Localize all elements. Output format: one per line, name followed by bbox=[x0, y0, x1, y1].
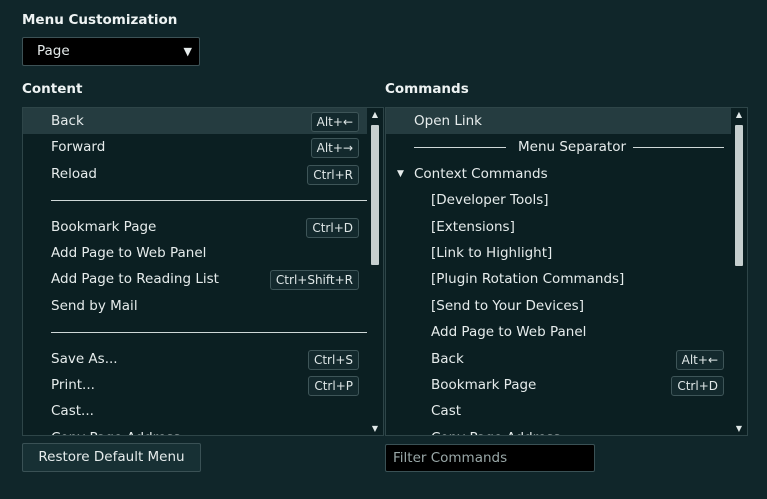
commands-list-panel: Open Link Menu Separator ▼ Context Commands… bbox=[385, 107, 748, 436]
list-item[interactable]: Cast... bbox=[23, 398, 367, 424]
list-item[interactable]: Reload Ctrl+R bbox=[23, 161, 367, 187]
shortcut-badge: Ctrl+D bbox=[306, 217, 359, 238]
list-item-label: Open Link bbox=[414, 113, 482, 129]
scroll-up-arrow-icon[interactable]: ▲ bbox=[367, 110, 383, 119]
list-item[interactable]: Add Page to Web Panel bbox=[386, 319, 731, 345]
content-scrollbar[interactable]: ▲ ▼ bbox=[367, 108, 383, 435]
expanded-triangle-icon[interactable]: ▼ bbox=[397, 161, 404, 187]
list-item[interactable]: Send by Mail bbox=[23, 293, 367, 319]
list-item[interactable]: Bookmark Page Ctrl+D bbox=[23, 214, 367, 240]
filter-commands-input[interactable] bbox=[385, 444, 595, 472]
list-item[interactable]: Back Alt+← bbox=[23, 108, 367, 135]
list-item-label: [Extensions] bbox=[431, 218, 515, 235]
separator-line bbox=[414, 147, 506, 149]
commands-list: Open Link Menu Separator ▼ Context Commands… bbox=[386, 108, 731, 435]
shortcut-badge: Ctrl+S bbox=[307, 349, 359, 370]
list-item-label: [Developer Tools] bbox=[431, 192, 549, 209]
menu-separator-label: Menu Separator bbox=[518, 139, 626, 156]
page-title: Menu Customization bbox=[22, 12, 178, 28]
content-list-panel: Back Alt+← Forward Alt+→ Reload Ctrl+R Bookmar… bbox=[22, 107, 384, 436]
list-item[interactable]: Add Page to Web Panel bbox=[23, 240, 367, 266]
content-heading: Content bbox=[22, 81, 83, 97]
list-item-label: Copy Page Address bbox=[51, 425, 180, 435]
commands-heading: Commands bbox=[385, 81, 469, 97]
list-item-label: Back bbox=[51, 113, 84, 129]
scroll-down-arrow-icon[interactable]: ▼ bbox=[731, 424, 747, 433]
commands-scrollbar-thumb[interactable] bbox=[735, 125, 743, 266]
separator-line bbox=[51, 200, 367, 202]
list-item-label: Cast bbox=[431, 403, 462, 420]
list-item-label: Bookmark Page bbox=[51, 218, 157, 235]
list-item-label: Back bbox=[431, 350, 464, 367]
list-item-label: Context Commands bbox=[414, 165, 548, 182]
scroll-down-arrow-icon[interactable]: ▼ bbox=[367, 424, 383, 433]
list-item-label: Forward bbox=[51, 139, 106, 156]
menu-select[interactable]: Page ▼ bbox=[22, 37, 200, 66]
separator-row bbox=[23, 187, 367, 213]
commands-scrollbar[interactable]: ▲ ▼ bbox=[731, 108, 747, 435]
shortcut-badge: Ctrl+R bbox=[307, 164, 359, 185]
shortcut-badge: Alt+← bbox=[675, 349, 724, 370]
list-item-label: Cast... bbox=[51, 403, 94, 420]
list-item[interactable]: Add Page to Reading List Ctrl+Shift+R bbox=[23, 266, 367, 292]
list-item[interactable]: Back Alt+← bbox=[386, 346, 731, 372]
list-item[interactable]: Open Link bbox=[386, 108, 731, 135]
content-list: Back Alt+← Forward Alt+→ Reload Ctrl+R Bookmar… bbox=[23, 108, 367, 435]
list-item-label: Save As... bbox=[51, 350, 118, 367]
shortcut-badge: Ctrl+D bbox=[671, 375, 724, 396]
list-item[interactable]: Save As... Ctrl+S bbox=[23, 346, 367, 372]
list-item[interactable]: Forward Alt+→ bbox=[23, 134, 367, 160]
list-item[interactable]: Print... Ctrl+P bbox=[23, 372, 367, 398]
list-item[interactable]: [Extensions] bbox=[386, 214, 731, 240]
scroll-up-arrow-icon[interactable]: ▲ bbox=[731, 110, 747, 119]
separator-row bbox=[23, 319, 367, 345]
shortcut-badge: Ctrl+Shift+R bbox=[269, 270, 359, 291]
list-item[interactable]: [Link to Highlight] bbox=[386, 240, 731, 266]
shortcut-badge: Ctrl+P bbox=[308, 375, 359, 396]
list-item-label: Add Page to Reading List bbox=[51, 271, 219, 288]
list-item-label: [Send to Your Devices] bbox=[431, 297, 584, 314]
group-row[interactable]: ▼ Context Commands bbox=[386, 161, 731, 187]
list-item-label: Copy Page Address bbox=[431, 425, 560, 435]
list-item[interactable]: Copy Page Address bbox=[23, 425, 367, 435]
list-item[interactable]: [Plugin Rotation Commands] bbox=[386, 266, 731, 292]
list-item-label: Bookmark Page bbox=[431, 376, 537, 393]
list-item[interactable]: Cast bbox=[386, 398, 731, 424]
content-scrollbar-thumb[interactable] bbox=[371, 125, 379, 265]
shortcut-badge: Alt+→ bbox=[310, 138, 359, 159]
list-item[interactable]: [Developer Tools] bbox=[386, 187, 731, 213]
list-item-label: Send by Mail bbox=[51, 297, 138, 314]
list-item-label: [Link to Highlight] bbox=[431, 244, 553, 261]
list-item[interactable]: Bookmark Page Ctrl+D bbox=[386, 372, 731, 398]
list-item[interactable]: [Send to Your Devices] bbox=[386, 293, 731, 319]
menu-select-value: Page bbox=[37, 43, 70, 59]
list-item-label: Print... bbox=[51, 376, 95, 393]
separator-line bbox=[51, 332, 367, 334]
dropdown-arrow-icon: ▼ bbox=[183, 45, 192, 58]
list-item[interactable]: Copy Page Address bbox=[386, 425, 731, 435]
shortcut-badge: Alt+← bbox=[310, 112, 359, 132]
menu-separator-row[interactable]: Menu Separator bbox=[386, 134, 731, 160]
list-item-label: Add Page to Web Panel bbox=[51, 244, 207, 261]
list-item-label: Reload bbox=[51, 165, 97, 182]
separator-line bbox=[633, 147, 724, 149]
list-item-label: [Plugin Rotation Commands] bbox=[431, 271, 625, 288]
restore-default-menu-button[interactable]: Restore Default Menu bbox=[22, 443, 201, 472]
list-item-label: Add Page to Web Panel bbox=[431, 324, 587, 341]
